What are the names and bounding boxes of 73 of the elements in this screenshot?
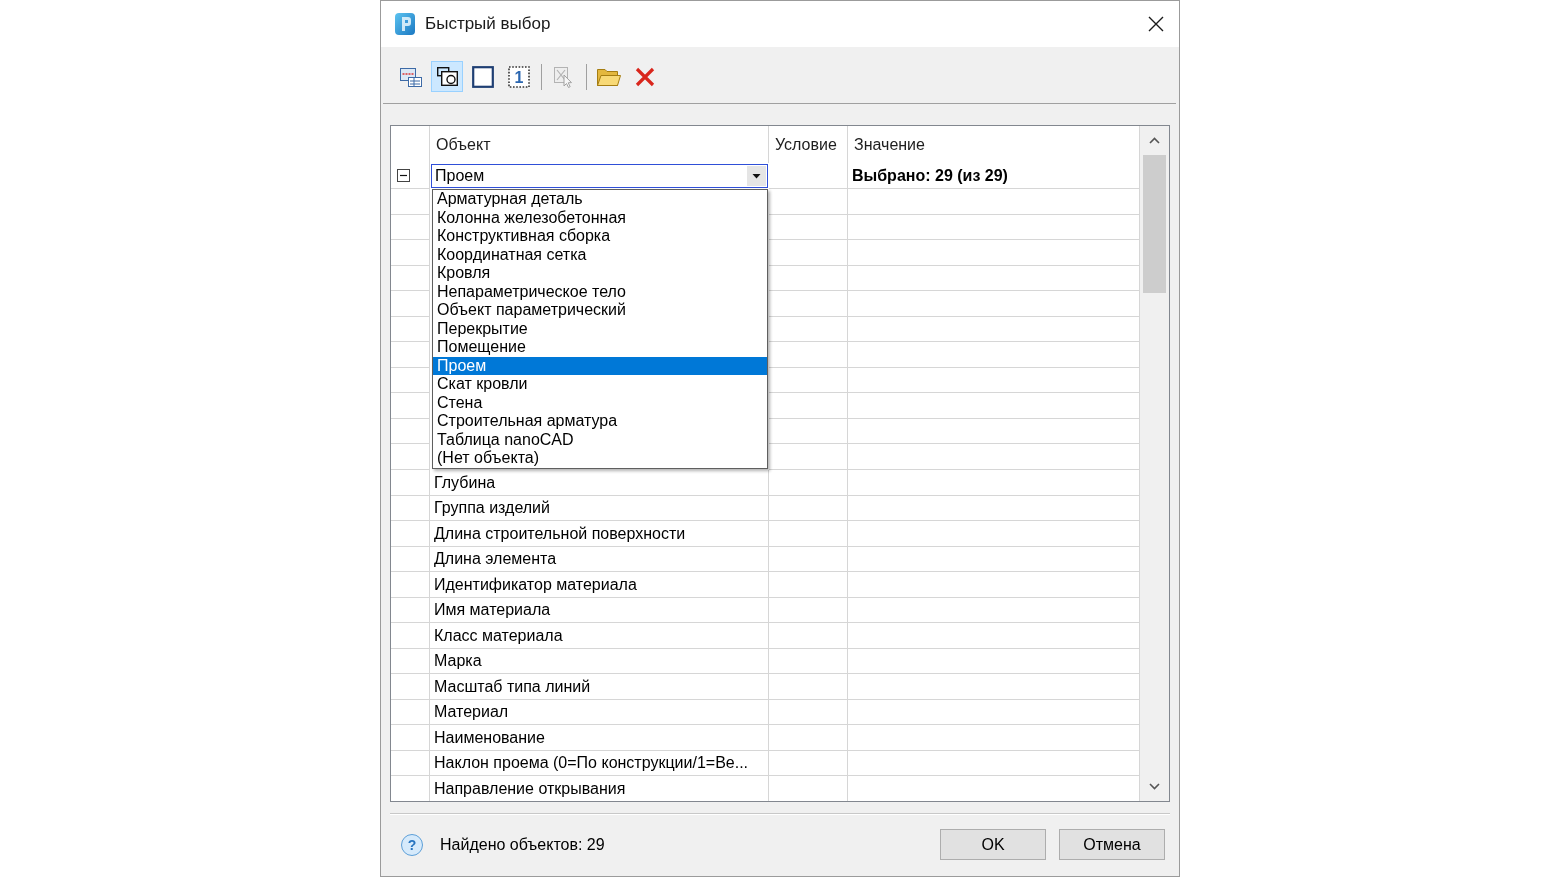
dropdown-option[interactable]: Колонна железобетонная [433,208,767,227]
row-header-cell [391,750,430,776]
table-cell: Идентификатор материала [430,571,769,598]
status-text: Найдено объектов: 29 [440,835,605,854]
table-cell: Наименование [430,724,769,751]
dropdown-option[interactable]: Кровля [433,264,767,283]
square-icon [472,65,494,88]
dropdown-option[interactable]: Непараметрическое тело [433,282,767,301]
table-cell: Наклон проема (0=По конструкции/1=Ве... [430,750,769,776]
dropdown-option[interactable]: Помещение [433,338,767,357]
table-cell: Направление открывания [430,775,769,801]
row-header-cell [391,546,430,572]
dropdown-option[interactable]: Проем [433,356,767,375]
window-title: Быстрый выбор [425,14,551,34]
dialog-button[interactable]: OK [940,829,1046,860]
object-dropdown[interactable]: Проем [431,164,768,188]
table-cell: Выбрано: 29 (из 29) [848,163,1140,189]
help-icon[interactable]: ? [401,833,423,856]
row-header-cell [391,265,430,291]
cursor-select-icon [553,65,575,88]
toolbar-button[interactable] [431,61,463,92]
table-cell: Марка [430,648,769,674]
chevron-down-icon[interactable] [1149,783,1160,790]
row-header-cell [391,673,430,700]
row-header-cell [391,214,430,240]
document-icon [400,66,422,87]
row-header-cell [391,648,430,674]
dialog-button[interactable]: Отмена [1059,829,1165,860]
row-header-cell [391,597,430,623]
dropdown-option[interactable]: Координатная сетка [433,245,767,264]
dropdown-option[interactable]: Скат кровли [433,375,767,394]
table-cell: Материал [430,699,769,725]
caret-icon [747,166,766,186]
scrollbar-thumb[interactable] [1143,155,1166,293]
dropdown-option[interactable]: Строительная арматура [433,412,767,431]
collapse-icon[interactable] [397,169,410,182]
row-header-cell [391,699,430,725]
row-header-cell [391,240,430,266]
table-cell: Масштаб типа линий [430,673,769,700]
row-header-cell [391,342,430,368]
row-header-cell [391,367,430,393]
dropdown-option[interactable]: Таблица nanoCAD [433,430,767,449]
dropdown-option[interactable]: (Нет объекта) [433,449,767,468]
table-cell: Глубина [430,469,769,496]
row-header-cell [391,444,430,470]
row-header-cell [391,622,430,649]
row-header-cell [391,724,430,751]
app-icon [395,13,415,35]
row-header-cell [391,495,430,521]
column-header: Условие [768,126,848,163]
chevron-up-icon[interactable] [1149,137,1160,144]
row-header-cell [391,291,430,317]
table-cell: Длина элемента [430,546,769,572]
row-header-cell [391,520,430,547]
close-icon [1148,16,1164,32]
row-header-cell [391,393,430,419]
table-cell: Класс материала [430,622,769,649]
column-header: Объект [429,126,769,163]
row-header-cell [391,316,430,342]
overlapping-shapes-icon [436,67,458,86]
table-cell: Длина строительной поверхности [430,520,769,547]
delete-icon [635,66,655,87]
dropdown-option[interactable]: Стена [433,393,767,412]
folder-icon [597,67,621,86]
dropdown-option[interactable]: Конструктивная сборка [433,227,767,246]
row-header-cell [391,469,430,496]
dropdown-option[interactable]: Объект параметрический [433,301,767,320]
dropdown-option[interactable]: Перекрытие [433,319,767,338]
row-header-cell [391,571,430,598]
table-cell: Имя материала [430,597,769,623]
table-cell: Группа изделий [430,495,769,521]
dropdown-option[interactable]: Арматурная деталь [433,190,767,209]
row-header-cell [391,418,430,444]
